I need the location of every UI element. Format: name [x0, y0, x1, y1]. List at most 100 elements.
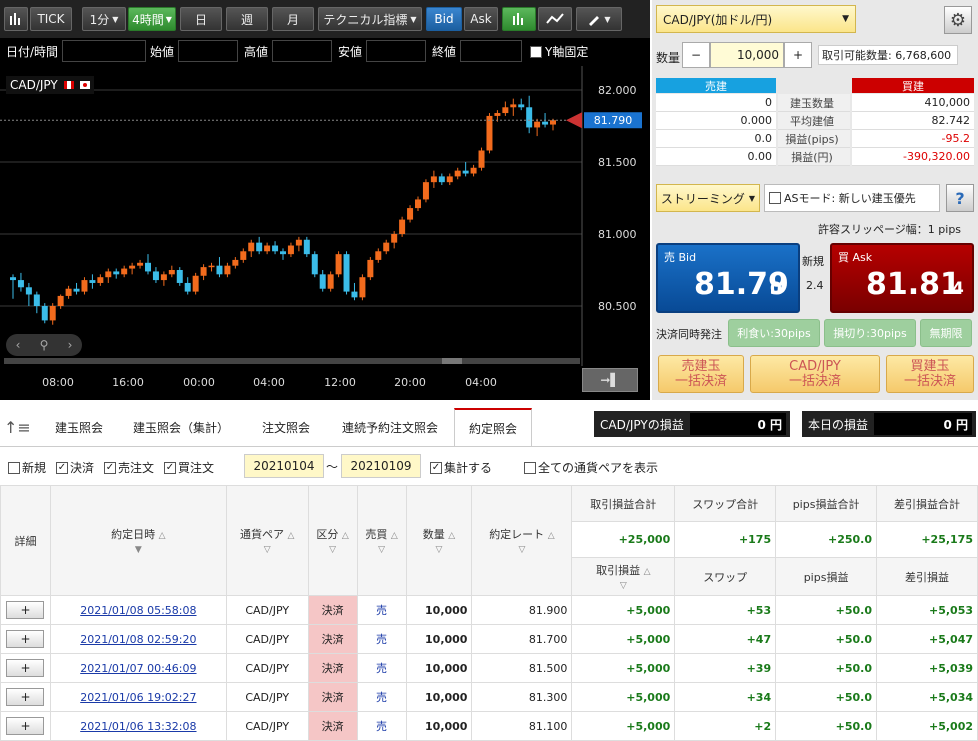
- gear-icon[interactable]: ⚙: [944, 6, 972, 34]
- tab-3[interactable]: 連続予約注文照会: [330, 408, 450, 446]
- col-side-header[interactable]: 売買 △ ▽: [356, 485, 407, 596]
- checkbox-icon: [530, 45, 542, 58]
- expand-row-button[interactable]: +: [6, 630, 45, 648]
- bid-button[interactable]: Bid: [426, 7, 462, 31]
- candlestick-chart[interactable]: 82.000 81.500 81.000 80.500 08:00 16:00 00:00 0…: [0, 66, 650, 400]
- execution-date-link[interactable]: 2021/01/06 19:02:27: [80, 691, 196, 704]
- qty-decrement-button[interactable]: −: [682, 42, 710, 68]
- interval-1min-select[interactable]: 1分 ▼: [82, 7, 126, 31]
- expand-row-button[interactable]: +: [6, 659, 45, 677]
- search-icon[interactable]: ⚲: [40, 338, 49, 352]
- execution-date-link[interactable]: 2021/01/06 13:32:08: [80, 720, 196, 733]
- execution-date-link[interactable]: 2021/01/07 00:46:09: [80, 662, 196, 675]
- chevron-down-icon: ▼: [112, 14, 119, 24]
- streaming-select[interactable]: ストリーミング ▼: [656, 184, 760, 212]
- pair-select[interactable]: CAD/JPY(加ドル/円) ▼: [656, 5, 856, 33]
- btn-line2: 一括決済: [788, 374, 841, 389]
- chevron-left-icon[interactable]: ‹: [16, 338, 21, 352]
- scroll-to-latest-icon[interactable]: ➞▌: [582, 368, 638, 392]
- chart-scrollbar-thumb[interactable]: [442, 358, 462, 364]
- datetime-field[interactable]: [62, 40, 146, 62]
- sort-list-icon[interactable]: ↑≡: [4, 418, 31, 437]
- expand-row-button[interactable]: +: [6, 688, 45, 706]
- col-pl-header[interactable]: 取引損益 △ ▽: [571, 557, 676, 596]
- take-profit-button[interactable]: 利食い:30pips: [728, 319, 820, 347]
- pair-select-label: CAD/JPY(加ドル/円): [663, 12, 773, 27]
- pair-text: CAD/JPY: [10, 78, 58, 92]
- day-button[interactable]: 日: [180, 7, 222, 31]
- tab-2[interactable]: 注文照会: [244, 408, 328, 446]
- col-qty-header[interactable]: 数量 △ ▽: [405, 485, 473, 596]
- chart-type-icon[interactable]: [4, 7, 28, 31]
- technical-indicator-select[interactable]: テクニカル指標 ▼: [318, 7, 422, 31]
- qty-increment-button[interactable]: +: [784, 42, 812, 68]
- sell-position-settle-button[interactable]: 売建玉 一括決済: [658, 355, 744, 393]
- date-to-field[interactable]: 20210109: [341, 454, 421, 478]
- sum-pips-value: +250.0: [775, 521, 878, 558]
- yaxis-fix-checkbox[interactable]: Y軸固定: [530, 43, 588, 60]
- header-text: 約定日時: [111, 528, 156, 541]
- open-field[interactable]: [178, 40, 238, 62]
- week-button[interactable]: 週: [226, 7, 268, 31]
- execution-date-link[interactable]: 2021/01/08 02:59:20: [80, 633, 196, 646]
- expand-row-button[interactable]: +: [6, 717, 45, 735]
- candle-body: [367, 259, 374, 278]
- btn-line1: CAD/JPY: [789, 359, 841, 374]
- tab-1[interactable]: 建玉照会（集計）: [122, 408, 240, 446]
- low-label: 安値: [338, 45, 363, 59]
- position-row-label: 建玉数量: [778, 94, 850, 112]
- sell-bid-button[interactable]: 売 Bid 81.79 0: [656, 243, 800, 313]
- qty-input[interactable]: 10,000: [710, 42, 784, 68]
- low-field[interactable]: [366, 40, 426, 62]
- stop-loss-button[interactable]: 損切り:30pips: [824, 319, 916, 347]
- col-kind-header[interactable]: 区分 △ ▽: [307, 485, 358, 596]
- as-mode-checkbox[interactable]: ASモード: 新しい建玉優先: [764, 184, 940, 212]
- net-cell: +5,034: [876, 682, 978, 712]
- line-chart-icon[interactable]: [538, 7, 572, 31]
- draw-tool-icon[interactable]: ▼: [576, 7, 622, 31]
- col-date-header[interactable]: 約定日時 △ ▼: [49, 485, 227, 596]
- col-pair-header[interactable]: 通貨ペア △ ▽: [225, 485, 309, 596]
- chevron-right-icon[interactable]: ›: [68, 338, 73, 352]
- buy-ask-button[interactable]: 買 Ask 81.81 4: [830, 243, 974, 313]
- as-mode-label: ASモード: 新しい建玉優先: [784, 192, 916, 205]
- month-button[interactable]: 月: [272, 7, 314, 31]
- help-icon[interactable]: ?: [946, 184, 974, 212]
- open-label: 始値: [150, 45, 175, 59]
- high-field[interactable]: [272, 40, 332, 62]
- unlimited-button[interactable]: 無期限: [920, 319, 972, 347]
- col-rate-header[interactable]: 約定レート △ ▽: [471, 485, 573, 596]
- all-pairs-checkbox[interactable]: 全ての通貨ペアを表示: [524, 459, 658, 476]
- chart-nav-control[interactable]: ‹ ⚲ ›: [6, 334, 82, 356]
- filter-buy-order-checkbox[interactable]: ✓ 買注文: [164, 459, 214, 476]
- table-row: +2021/01/08 02:59:20 CAD/JPY 決済売 10,000 81.7…: [0, 624, 978, 654]
- tab-0[interactable]: 建玉照会: [38, 408, 120, 446]
- candle-body: [65, 288, 72, 296]
- date-from-field[interactable]: 20210104: [244, 454, 324, 478]
- pips-cell: +50.0: [775, 653, 878, 683]
- filter-new-checkbox[interactable]: 新規: [8, 459, 46, 476]
- candle-body: [97, 277, 104, 283]
- candle-body: [287, 245, 294, 255]
- yaxis-fix-label: Y軸固定: [545, 45, 589, 59]
- execution-date-link[interactable]: 2021/01/08 05:58:08: [80, 604, 196, 617]
- interval-4h-select[interactable]: 4時間 ▼: [128, 7, 176, 31]
- filter-sell-order-checkbox[interactable]: ✓ 売注文: [104, 459, 154, 476]
- buy-position-settle-button[interactable]: 買建玉 一括決済: [886, 355, 974, 393]
- expand-row-button[interactable]: +: [6, 601, 45, 619]
- filter-settle-checkbox[interactable]: ✓ 決済: [56, 459, 94, 476]
- close-label: 終値: [432, 45, 457, 59]
- tick-button[interactable]: TICK: [30, 7, 72, 31]
- candlestick-icon[interactable]: [502, 7, 536, 31]
- close-field[interactable]: [460, 40, 522, 62]
- table-row: +2021/01/06 13:32:08 CAD/JPY 決済売 10,000 81.1…: [0, 711, 978, 741]
- aggregate-checkbox[interactable]: ✓ 集計する: [430, 459, 492, 476]
- date-cell: 2021/01/08 05:58:08: [49, 595, 227, 625]
- tab-4[interactable]: 約定照会: [454, 408, 532, 446]
- chart-scrollbar[interactable]: [4, 358, 580, 364]
- pair-settle-button[interactable]: CAD/JPY 一括決済: [750, 355, 880, 393]
- candle-body: [462, 170, 469, 174]
- chart-pair-label: CAD/JPY: [6, 76, 94, 94]
- ask-button[interactable]: Ask: [464, 7, 498, 31]
- side-cell: 売: [356, 624, 407, 654]
